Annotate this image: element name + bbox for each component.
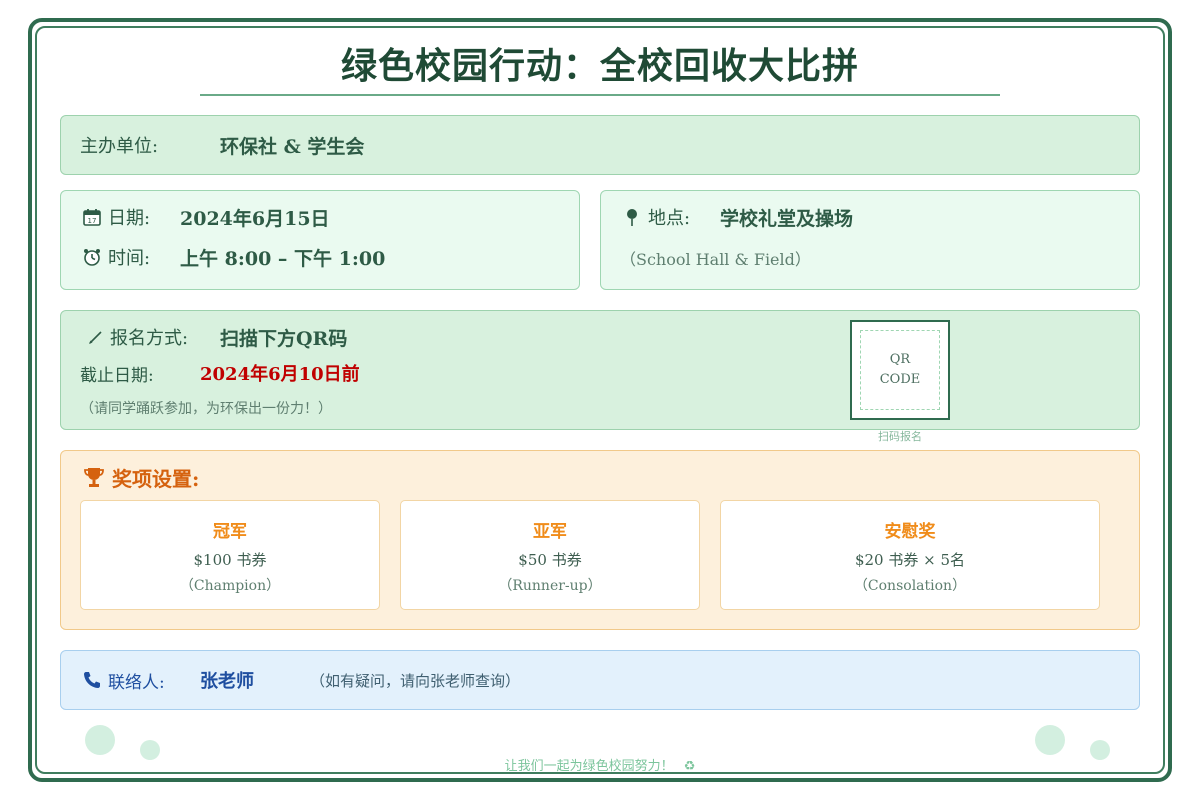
recycle-icon: ♻ [683, 759, 696, 774]
registration-note: （请同学踊跃参加，为环保出一份力！） [80, 401, 332, 417]
decorative-dot [1035, 725, 1065, 755]
prize-amount: $100 书券 [193, 551, 267, 569]
qr-text-line1: QR [889, 352, 911, 367]
prize-title: 安慰奖 [884, 522, 936, 542]
prize-title: 冠军 [213, 522, 247, 542]
location-row: 地点: 学校礼堂及操场 [620, 203, 853, 231]
organizer-row: 主办单位: 环保社 & 学生会 [80, 130, 364, 160]
organizer-value: 环保社 & 学生会 [220, 135, 365, 158]
qr-text-line2: CODE [879, 372, 921, 387]
prizes-heading-row: 奖项设置: [80, 462, 199, 492]
prize-english: （Consolation） [853, 578, 967, 594]
location-label: 地点: [648, 208, 691, 229]
registration-row: 报名方式: 扫描下方QR码 [86, 323, 347, 351]
svg-text:17: 17 [88, 217, 97, 225]
trophy-icon [80, 465, 108, 489]
date-label: 日期: [108, 208, 151, 229]
registration-note-row: （请同学踊跃参加，为环保出一份力！） [80, 396, 332, 420]
deadline-row: 截止日期: 2024年6月10日前 [80, 359, 360, 387]
calendar-icon: 17 [80, 207, 104, 227]
prizes-heading: 奖项设置: [112, 466, 200, 491]
organizer-label: 主办单位: [80, 136, 159, 157]
registration-value: 扫描下方QR码 [220, 327, 348, 350]
prize-amount: $20 书券 × 5名 [854, 551, 966, 569]
footer-text: 让我们一起为绿色校园努力！ [504, 759, 674, 774]
prize-card-champion: 冠军 $100 书券 （Champion） [80, 500, 380, 610]
phone-icon [80, 670, 104, 690]
qr-caption: 扫码报名 [878, 430, 922, 443]
registration-label: 报名方式: [110, 328, 189, 349]
date-row: 17 日期: 2024年6月15日 [80, 203, 330, 231]
contact-value: 张老师 [200, 671, 254, 692]
location-english-row: （School Hall & Field） [620, 245, 811, 271]
location-english: （School Hall & Field） [620, 250, 811, 269]
title-underline [200, 94, 1000, 96]
date-value: 2024年6月15日 [180, 207, 330, 230]
pencil-icon [86, 328, 106, 346]
contact-note: （如有疑问，请向张老师查询） [310, 671, 521, 690]
qr-code[interactable]: QR CODE [850, 320, 950, 420]
prize-amount: $50 书券 [518, 551, 582, 569]
location-value: 学校礼堂及操场 [720, 207, 854, 230]
prize-title: 亚军 [533, 522, 567, 542]
poster-title: 绿色校园行动：全校回收大比拼 [340, 45, 859, 87]
footer: 让我们一起为绿色校园努力！ ♻ [0, 755, 1200, 774]
time-label: 时间: [108, 248, 151, 269]
decorative-dot [85, 725, 115, 755]
time-value: 上午 8:00 – 下午 1:00 [180, 247, 386, 270]
deadline-label: 截止日期: [80, 365, 154, 386]
time-row: 时间: 上午 8:00 – 下午 1:00 [80, 243, 385, 271]
qr-placeholder: QR CODE [860, 330, 940, 410]
prize-card-runner-up: 亚军 $50 书券 （Runner-up） [400, 500, 700, 610]
deadline-value: 2024年6月10日前 [200, 364, 360, 385]
pin-icon [620, 207, 644, 227]
prize-card-consolation: 安慰奖 $20 书券 × 5名 （Consolation） [720, 500, 1100, 610]
contact-label: 联络人: [108, 672, 165, 693]
contact-row: 联络人: 张老师 （如有疑问，请向张老师查询） [80, 665, 520, 695]
prize-english: （Runner-up） [498, 578, 602, 594]
prize-english: （Champion） [179, 578, 281, 594]
alarm-clock-icon [80, 247, 104, 267]
